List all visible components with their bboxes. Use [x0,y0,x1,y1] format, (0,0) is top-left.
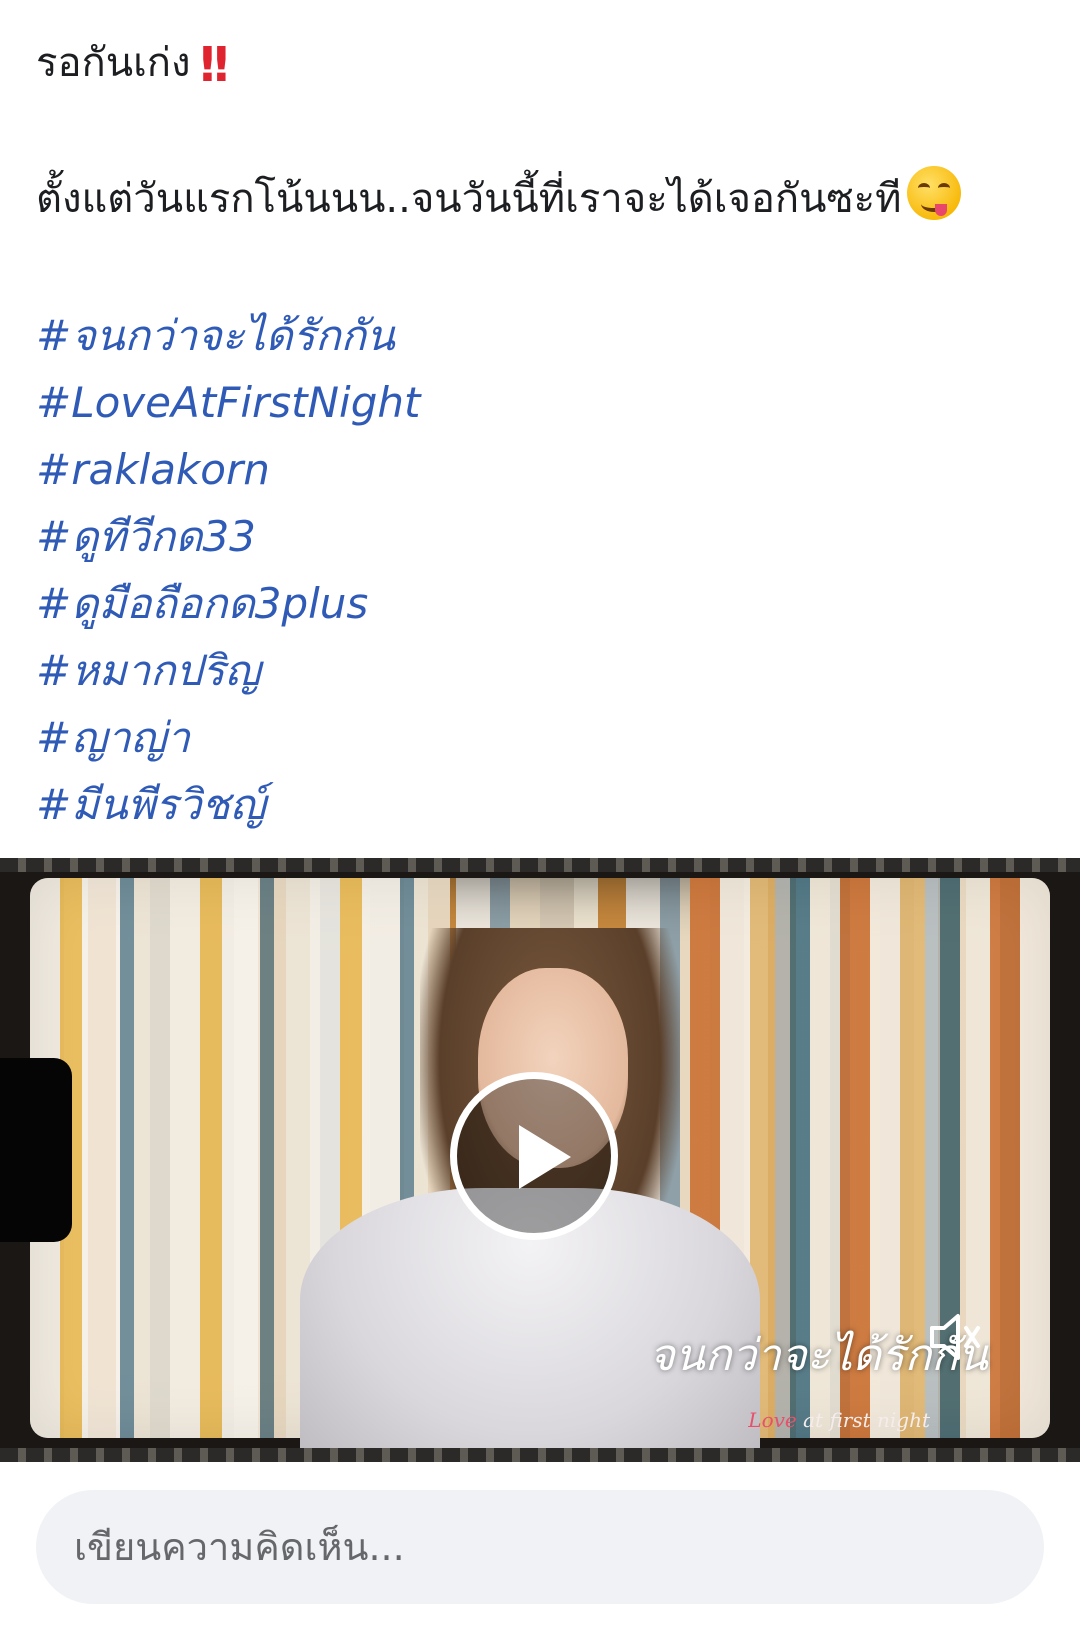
post-spacer [36,232,1046,302]
hashtag-link[interactable]: #ดูทีวีกด33 [36,503,1046,570]
hashtag-link[interactable]: #ญาญ่า [36,704,1046,771]
comment-input[interactable] [72,1524,1044,1570]
post-spacer [36,96,1046,166]
play-button[interactable] [450,1072,618,1240]
face-savoring-food-icon [907,166,962,220]
post-line-1: รอกันเก่ง!! [36,30,1046,96]
hashtag-link[interactable]: #จนกว่าจะได้รักกัน [36,302,1046,369]
video-player[interactable]: จนกว่าจะได้รักกัน Love at first night [0,858,1080,1462]
double-exclamation-icon: !! [196,37,233,93]
film-strip-top [0,858,1080,872]
speaker-muted-icon [930,1314,980,1360]
play-icon [519,1125,571,1189]
post-line-1-text: รอกันเก่ง [36,40,191,86]
mute-button[interactable] [926,1308,984,1366]
hashtag-link[interactable]: #raklakorn [36,436,1046,503]
post-line-2: ตั้งแต่วันแรกโน้นนน..จนวันนี้ที่เราจะได้… [36,166,1046,232]
post-line-2-text: ตั้งแต่วันแรกโน้นนน..จนวันนี้ที่เราจะได้… [36,176,902,222]
video-subcaption-accent: Love [748,1408,797,1432]
hashtag-link[interactable]: #มีนพีรวิชญ์ [36,771,1046,838]
film-strip-bottom [0,1448,1080,1462]
video-subcaption-rest: at first night [796,1408,930,1432]
hashtag-list: #จนกว่าจะได้รักกัน #LoveAtFirstNight #ra… [36,302,1046,838]
hashtag-link[interactable]: #LoveAtFirstNight [36,369,1046,436]
hashtag-link[interactable]: #ดูมือถือกด3plus [36,570,1046,637]
hashtag-link[interactable]: #หมากปริญ [36,637,1046,704]
comment-box[interactable] [36,1490,1044,1604]
video-subcaption: Love at first night [748,1408,930,1432]
post-text: รอกันเก่ง!! ตั้งแต่วันแรกโน้นนน..จนวันนี… [36,30,1046,838]
phone-edge [0,1058,72,1242]
